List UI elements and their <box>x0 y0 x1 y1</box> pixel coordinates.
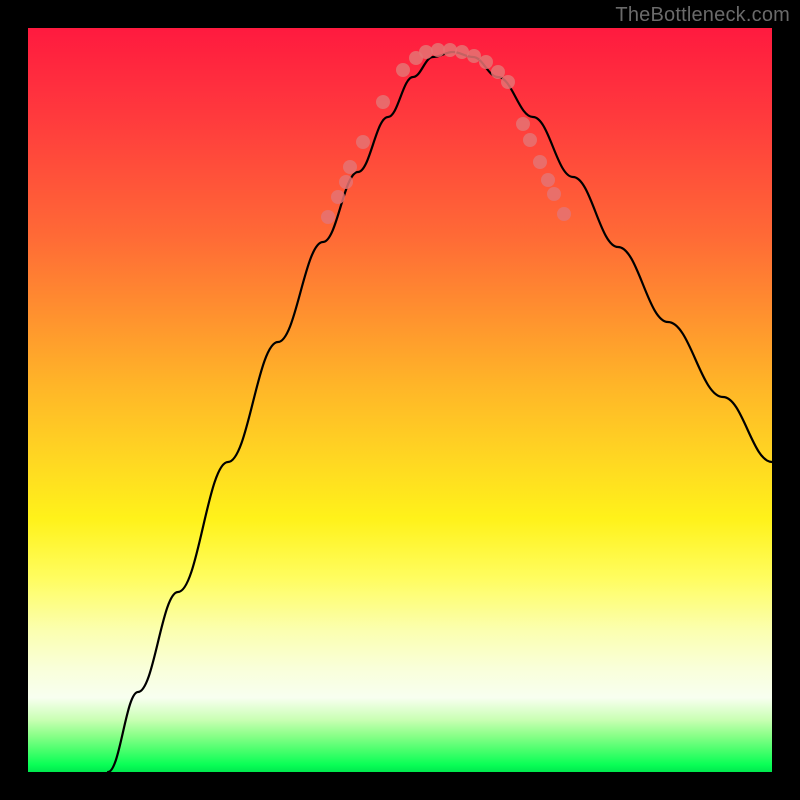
data-dot <box>455 45 469 59</box>
data-dot <box>419 45 433 59</box>
data-dot <box>443 43 457 57</box>
data-dot <box>547 187 561 201</box>
data-dot <box>491 65 505 79</box>
data-dot <box>557 207 571 221</box>
plot-area <box>28 28 772 772</box>
data-dot <box>321 210 335 224</box>
curve-svg <box>28 28 772 772</box>
data-dot <box>467 49 481 63</box>
data-dot <box>343 160 357 174</box>
data-dot <box>376 95 390 109</box>
bottleneck-curve <box>108 52 772 772</box>
data-dot <box>339 175 353 189</box>
data-dot <box>516 117 530 131</box>
watermark-text: TheBottleneck.com <box>615 4 790 27</box>
chart-frame: TheBottleneck.com <box>0 0 800 800</box>
data-dot <box>501 75 515 89</box>
data-dot <box>523 133 537 147</box>
data-dots <box>321 43 571 224</box>
data-dot <box>356 135 370 149</box>
data-dot <box>396 63 410 77</box>
data-dot <box>533 155 547 169</box>
data-dot <box>541 173 555 187</box>
data-dot <box>431 43 445 57</box>
data-dot <box>479 55 493 69</box>
data-dot <box>331 190 345 204</box>
